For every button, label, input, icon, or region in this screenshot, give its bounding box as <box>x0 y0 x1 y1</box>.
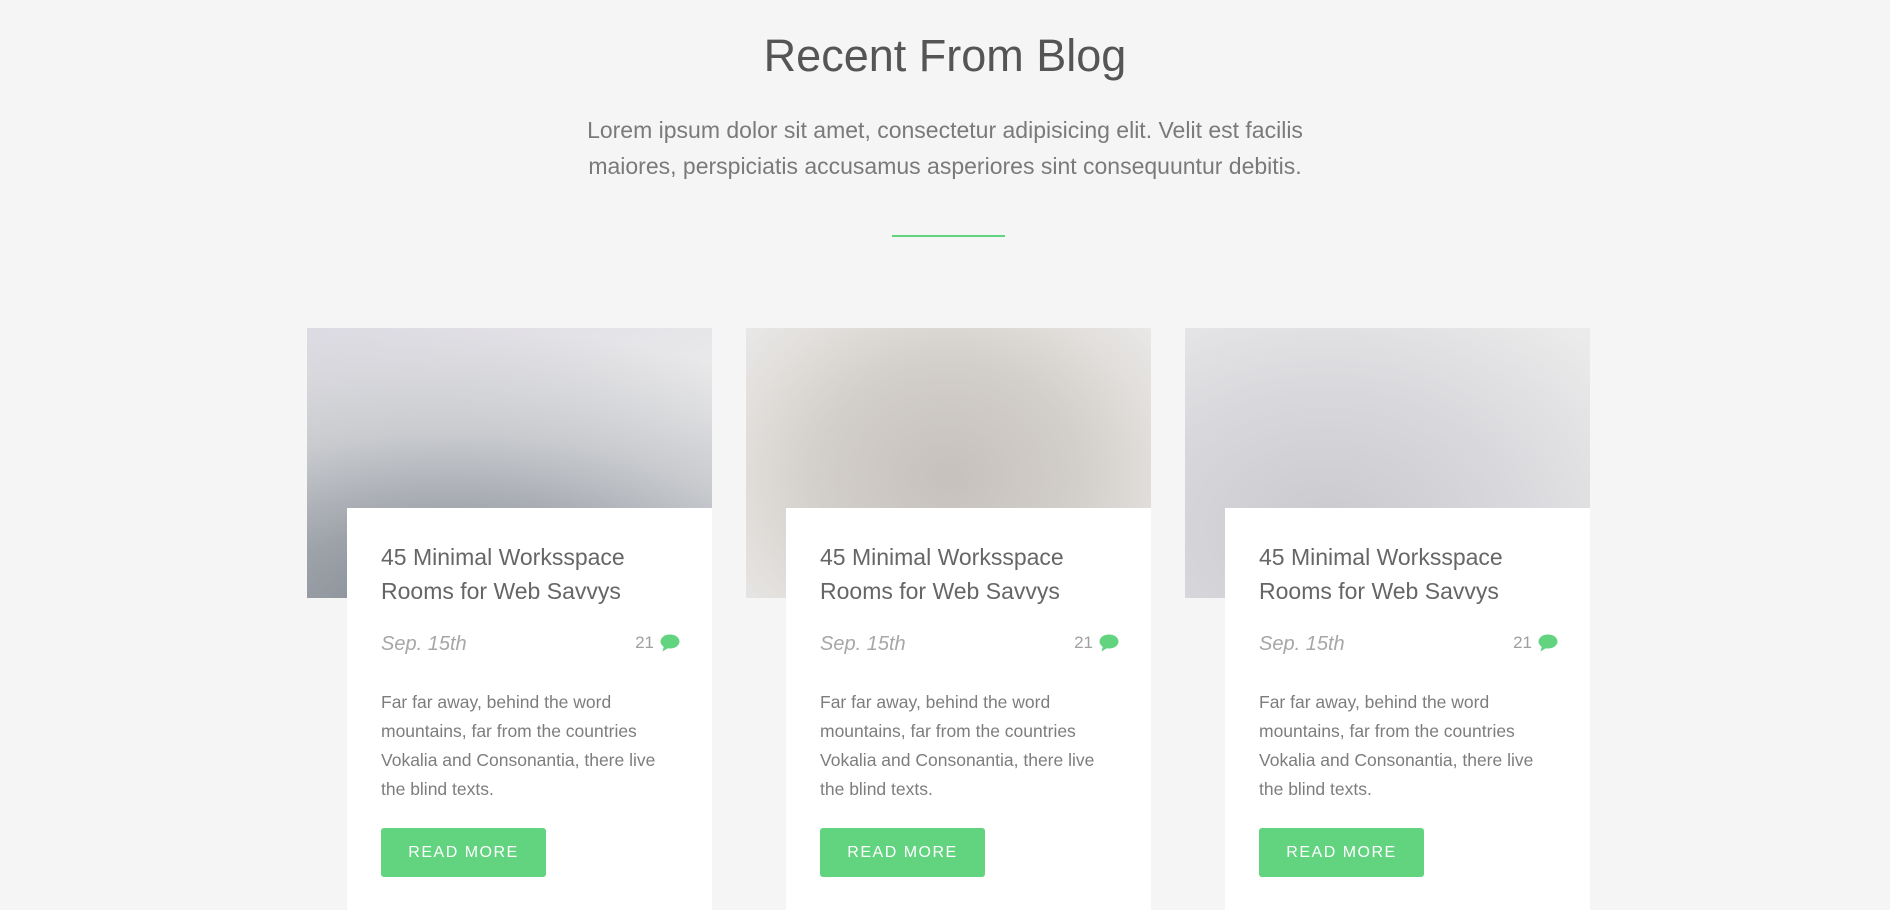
blog-card-title[interactable]: 45 Minimal Worksspace Rooms for Web Savv… <box>1259 540 1569 608</box>
read-more-button[interactable]: READ MORE <box>820 828 985 877</box>
blog-card: 45 Minimal Worksspace Rooms for Web Savv… <box>307 328 712 910</box>
comment-count-value: 21 <box>635 633 654 652</box>
read-more-button[interactable]: READ MORE <box>1259 828 1424 877</box>
blog-card-excerpt: Far far away, behind the word mountains,… <box>1259 692 1534 799</box>
blog-card-date: Sep. 15th <box>1259 633 1345 655</box>
blog-card: 45 Minimal Worksspace Rooms for Web Savv… <box>746 328 1151 910</box>
speech-bubble-icon <box>660 634 680 652</box>
read-more-button[interactable]: READ MORE <box>381 828 546 877</box>
blog-card-title[interactable]: 45 Minimal Worksspace Rooms for Web Savv… <box>820 540 1130 608</box>
blog-card: 45 Minimal Worksspace Rooms for Web Savv… <box>1185 328 1590 910</box>
blog-section: Recent From Blog Lorem ipsum dolor sit a… <box>0 0 1890 910</box>
speech-bubble-icon <box>1099 634 1119 652</box>
blog-card-excerpt: Far far away, behind the word mountains,… <box>381 692 656 799</box>
title-divider <box>892 235 1005 237</box>
blog-card-excerpt: Far far away, behind the word mountains,… <box>820 692 1095 799</box>
blog-card-date: Sep. 15th <box>381 633 467 655</box>
blog-card-body: 45 Minimal Worksspace Rooms for Web Savv… <box>347 508 712 910</box>
section-intro: Lorem ipsum dolor sit amet, consectetur … <box>587 117 1303 179</box>
comment-count-value: 21 <box>1074 633 1093 652</box>
speech-bubble-icon <box>1538 634 1558 652</box>
comment-count[interactable]: 21 <box>1513 633 1558 653</box>
comment-count[interactable]: 21 <box>635 633 680 653</box>
comment-count-value: 21 <box>1513 633 1532 652</box>
blog-card-body: 45 Minimal Worksspace Rooms for Web Savv… <box>1225 508 1590 910</box>
comment-count[interactable]: 21 <box>1074 633 1119 653</box>
blog-card-title[interactable]: 45 Minimal Worksspace Rooms for Web Savv… <box>381 540 691 608</box>
section-title: Recent From Blog <box>763 30 1127 81</box>
blog-card-date: Sep. 15th <box>820 633 906 655</box>
blog-card-body: 45 Minimal Worksspace Rooms for Web Savv… <box>786 508 1151 910</box>
